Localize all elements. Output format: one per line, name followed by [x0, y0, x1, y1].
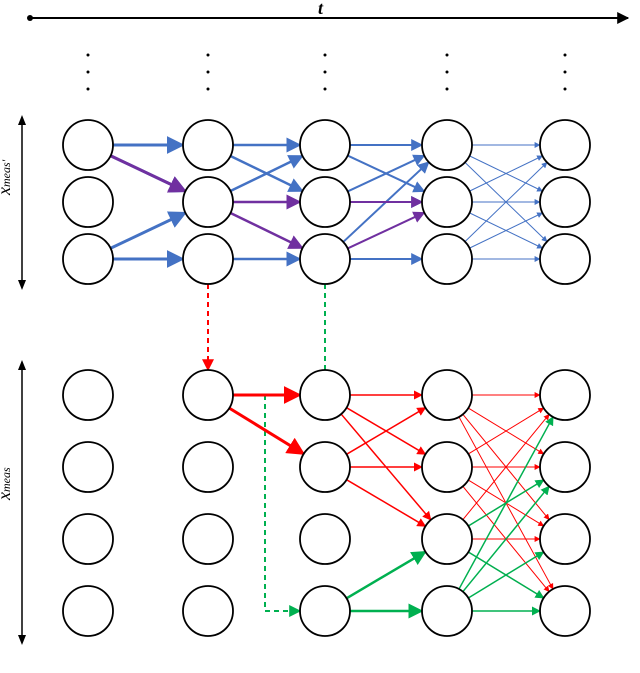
axis-lower-var: x — [0, 492, 14, 500]
axis-lower-sub: meas — [0, 467, 13, 492]
axis-label-lower: xmeas — [0, 467, 15, 500]
diagram-svg — [0, 0, 640, 673]
axis-label-t: t — [318, 0, 323, 19]
axis-upper-var: x — [0, 187, 14, 195]
axis-label-upper: xmeas' — [0, 160, 15, 195]
axis-upper-sub: meas' — [0, 160, 13, 187]
